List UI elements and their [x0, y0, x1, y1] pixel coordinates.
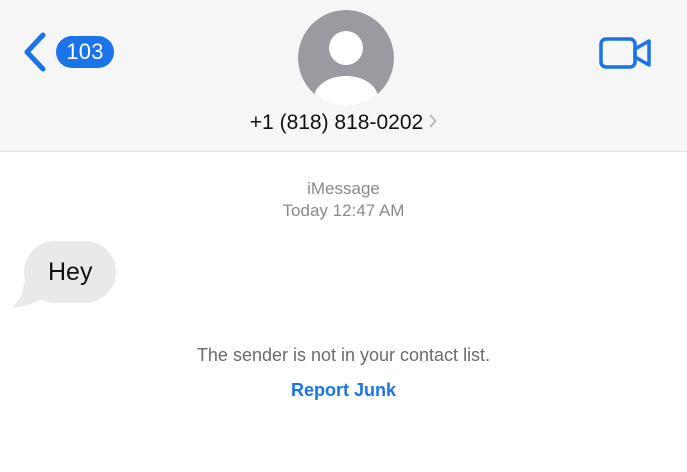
- conversation-meta: iMessage Today 12:47 AM: [0, 178, 687, 222]
- facetime-video-button[interactable]: [597, 33, 655, 73]
- unread-count-badge: 103: [56, 36, 114, 68]
- contact-phone-number: +1 (818) 818-0202: [249, 111, 424, 134]
- timestamp-label: Today 12:47 AM: [282, 201, 405, 220]
- report-junk-link[interactable]: Report Junk: [0, 380, 687, 401]
- chevron-right-icon: [429, 114, 437, 133]
- unknown-sender-notice: The sender is not in your contact list.: [196, 345, 491, 365]
- message-bubble-incoming[interactable]: Hey: [24, 241, 117, 303]
- video-camera-icon: [597, 33, 655, 73]
- chevron-left-icon: [22, 31, 48, 73]
- person-silhouette-icon: [298, 10, 394, 106]
- conversation-header: 103 +1 (818) 818-0202: [0, 0, 687, 152]
- service-label: iMessage: [307, 179, 380, 198]
- avatar[interactable]: [298, 10, 394, 106]
- message-screen: 103 +1 (818) 818-0202 iMessage Today 12:…: [0, 0, 687, 472]
- contact-name-button[interactable]: +1 (818) 818-0202: [0, 111, 687, 135]
- back-button[interactable]: 103: [22, 28, 114, 76]
